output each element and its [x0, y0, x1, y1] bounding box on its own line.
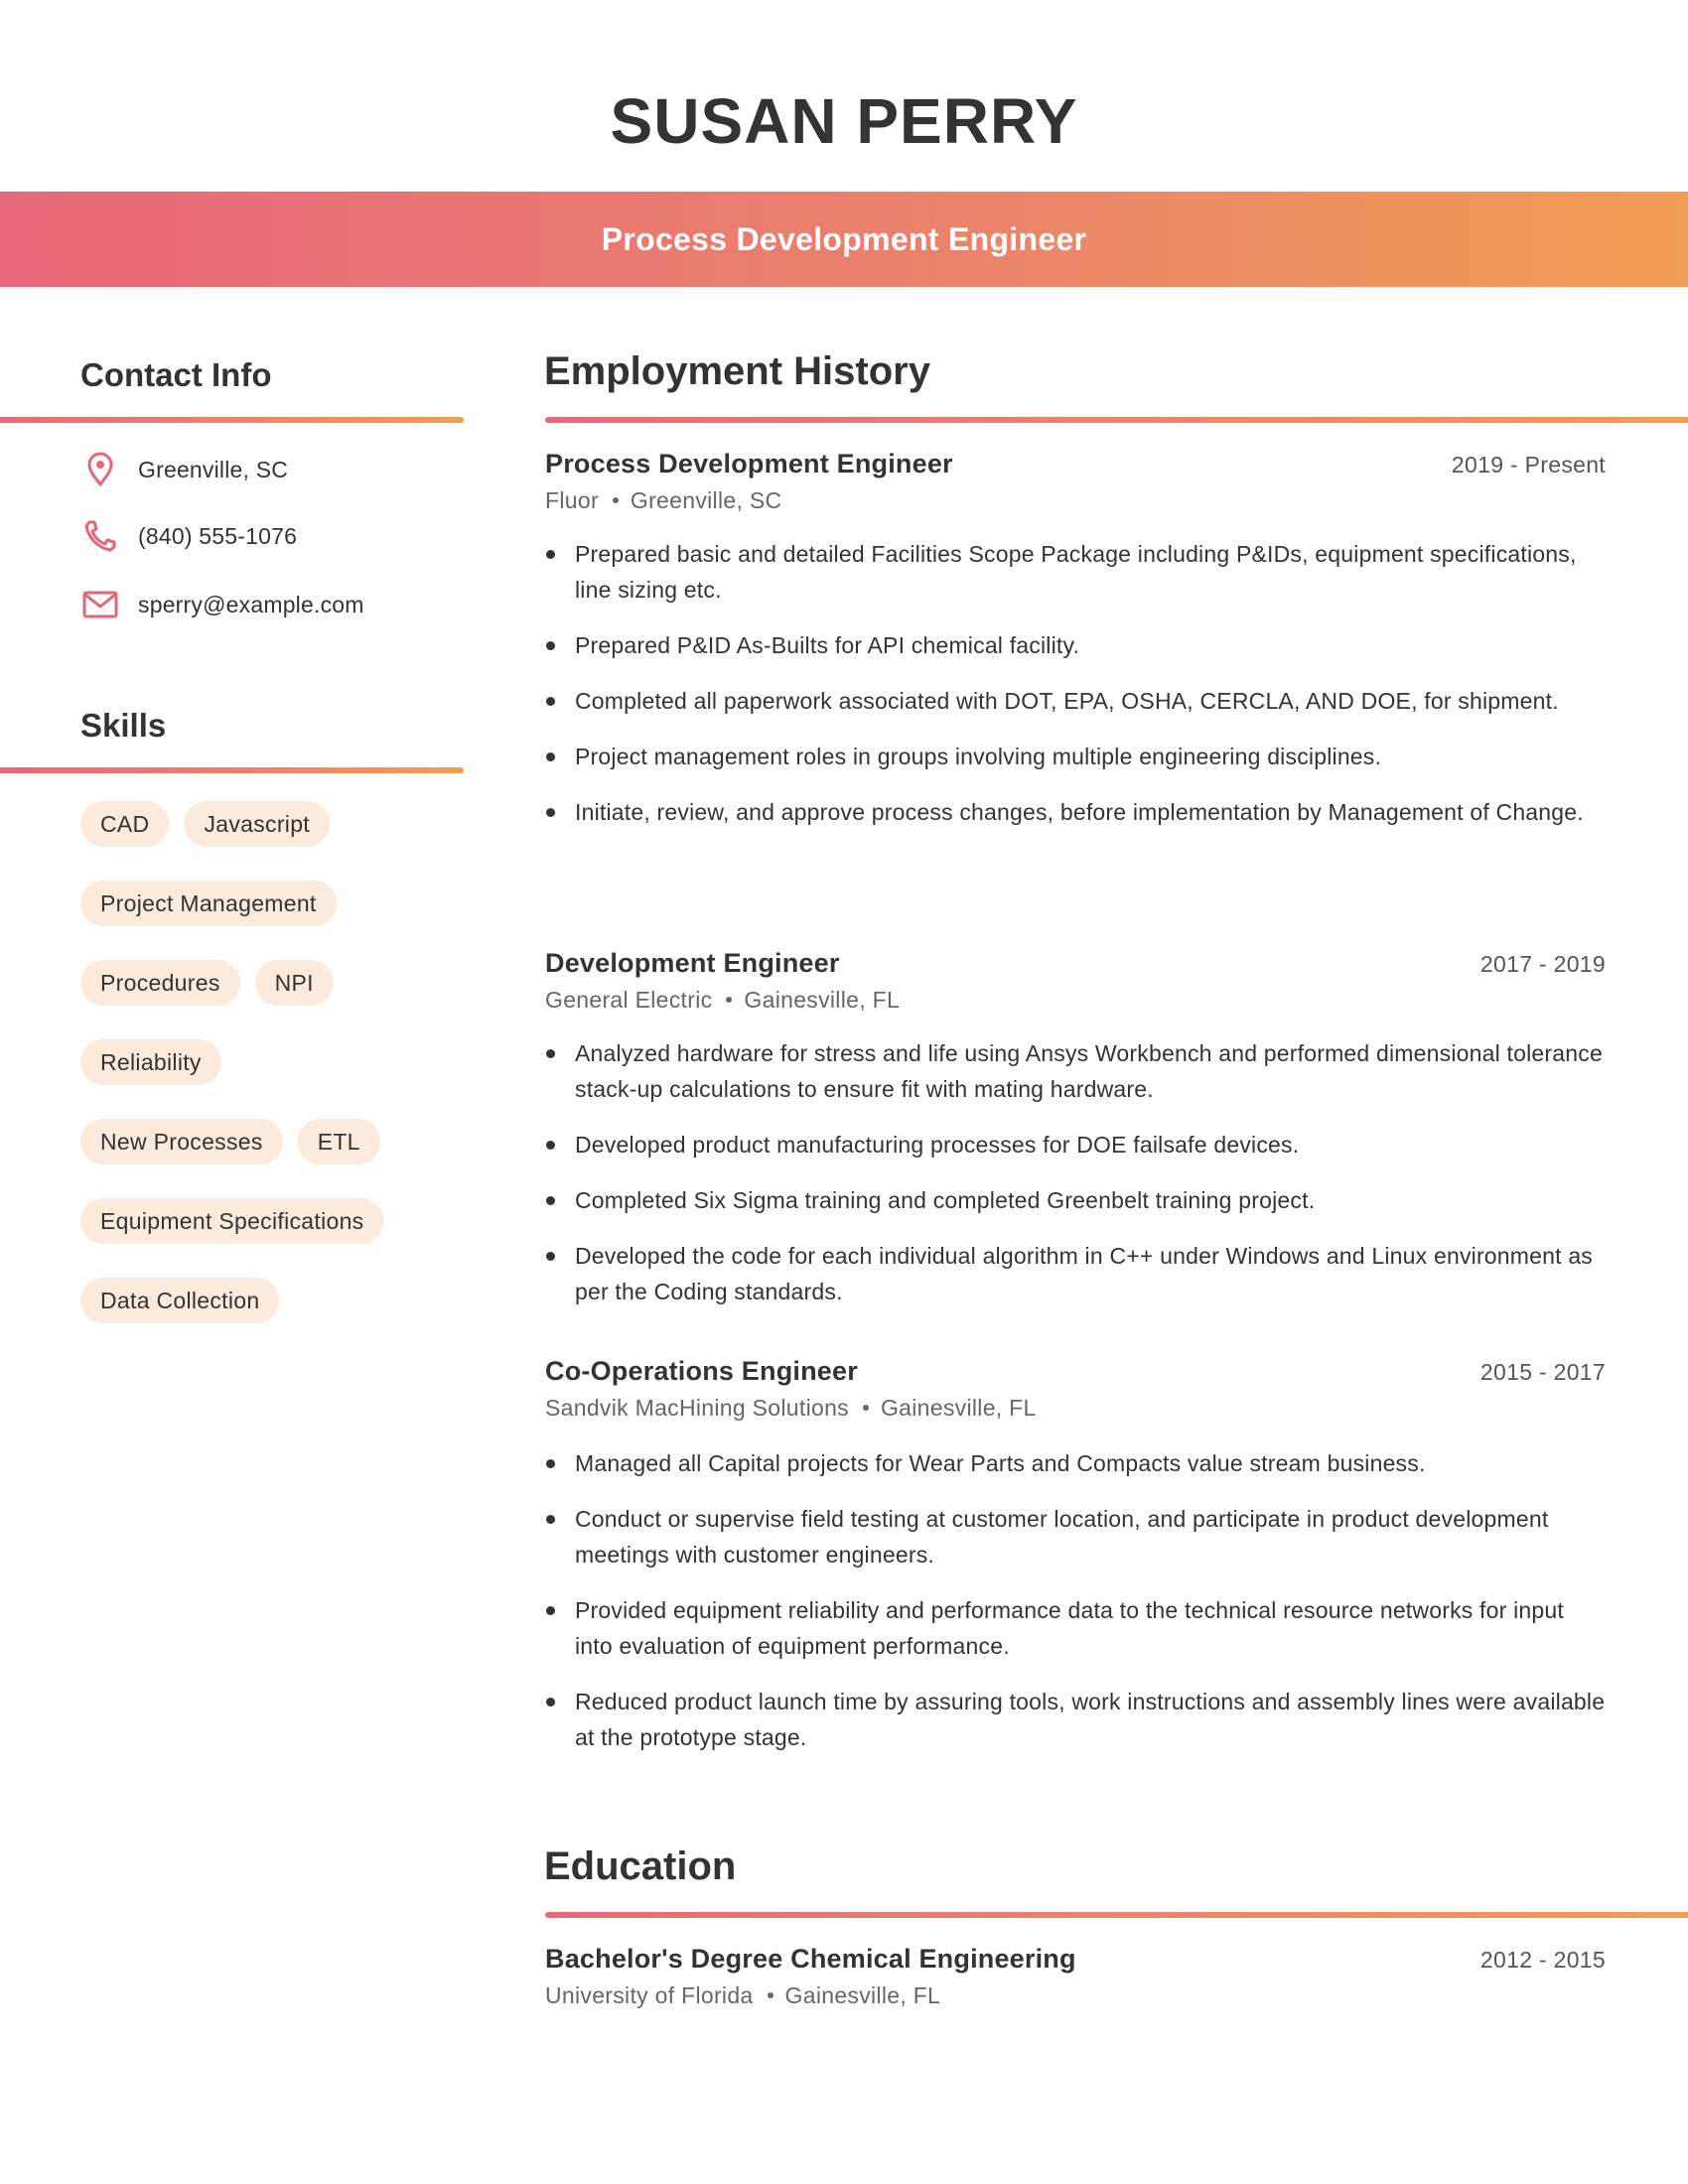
contact-location: Greenville, SC [80, 450, 288, 489]
candidate-name: SUSAN PERRY [610, 85, 1078, 157]
job-title: Process Development Engineer [545, 449, 953, 478]
bullet-item: Managed all Capital projects for Wear Pa… [545, 1445, 1606, 1481]
job-dates: 2019 - Present [1451, 452, 1606, 478]
contact-email[interactable]: sperry@example.com [80, 585, 364, 624]
school-location: Gainesville, FL [784, 1982, 941, 2008]
skill-chip: CAD [80, 801, 170, 847]
bullet-item: Prepared basic and detailed Facilities S… [545, 536, 1606, 608]
skill-chip: Procedures [80, 960, 240, 1006]
bullet-item: Developed the code for each individual a… [545, 1238, 1606, 1309]
email-text[interactable]: sperry@example.com [138, 592, 364, 618]
education-dates: 2012 - 2015 [1479, 1947, 1606, 1973]
skill-chip: Project Management [80, 881, 337, 926]
skills-heading: Skills [80, 707, 167, 744]
job-dates: 2015 - 2017 [1479, 1359, 1606, 1385]
employment-divider [545, 417, 1688, 423]
title-banner: Process Development Engineer [0, 192, 1688, 287]
skill-chip: Javascript [184, 801, 331, 847]
bullet-item: Completed all paperwork associated with … [545, 683, 1606, 719]
bullet-item: Analyzed hardware for stress and life us… [545, 1035, 1606, 1107]
bullet-item: Project management roles in groups invol… [545, 739, 1606, 774]
job-employer: General Electric Gainesville, FL [545, 987, 1606, 1014]
location-text: Greenville, SC [138, 456, 289, 482]
bullet-item: Developed product manufacturing processe… [545, 1127, 1606, 1162]
mail-icon [80, 585, 120, 624]
job-bullets: Prepared basic and detailed Facilities S… [545, 536, 1606, 830]
education-entry: Bachelor's Degree Chemical Engineering 2… [545, 1944, 1606, 2009]
skill-chip: New Processes [80, 1119, 283, 1164]
bullet-item: Completed Six Sigma training and complet… [545, 1182, 1606, 1218]
job-location: Gainesville, FL [744, 987, 901, 1013]
company: General Electric [545, 987, 713, 1013]
job-title: Development Engineer [545, 948, 840, 978]
job-entry: Process Development Engineer 2019 - Pres… [545, 449, 1606, 830]
job-title: Process Development Engineer [601, 220, 1087, 257]
skills-divider [0, 767, 464, 773]
education-school: University of Florida Gainesville, FL [545, 1982, 1606, 2009]
job-entry: Co-Operations Engineer 2015 - 2017 Sandv… [545, 1356, 1606, 1755]
job-location: Greenville, SC [630, 487, 782, 513]
education-divider [545, 1912, 1688, 1918]
bullet-item: Conduct or supervise field testing at cu… [545, 1501, 1606, 1572]
job-dates: 2017 - 2019 [1479, 951, 1606, 977]
bullet-item: Reduced product launch time by assuring … [545, 1684, 1606, 1755]
job-bullets: Analyzed hardware for stress and life us… [545, 1035, 1606, 1309]
separator-dot [767, 1991, 774, 1998]
company: Fluor [545, 487, 599, 513]
job-location: Gainesville, FL [880, 1395, 1037, 1421]
bullet-item: Prepared P&ID As-Builts for API chemical… [545, 627, 1606, 663]
location-pin-icon [80, 450, 120, 489]
separator-dot [612, 496, 619, 503]
school: University of Florida [545, 1982, 754, 2008]
job-bullets: Managed all Capital projects for Wear Pa… [545, 1445, 1606, 1755]
bullet-item: Provided equipment reliability and perfo… [545, 1592, 1606, 1664]
bullet-item: Initiate, review, and approve process ch… [545, 794, 1606, 830]
skill-chip: ETL [297, 1119, 380, 1164]
company: Sandvik MacHining Solutions [545, 1395, 849, 1421]
job-title: Co-Operations Engineer [545, 1356, 858, 1386]
education-heading: Education [544, 1844, 737, 1888]
skill-chip: NPI [254, 960, 334, 1006]
separator-dot [862, 1404, 869, 1411]
contact-divider [0, 417, 464, 423]
job-entry: Development Engineer 2017 - 2019 General… [545, 948, 1606, 1309]
contact-heading: Contact Info [80, 356, 272, 393]
job-employer: Sandvik MacHining Solutions Gainesville, … [545, 1395, 1606, 1422]
job-employer: Fluor Greenville, SC [545, 487, 1606, 514]
phone-text[interactable]: (840) 555-1076 [138, 523, 297, 550]
phone-icon [80, 516, 120, 556]
contact-phone[interactable]: (840) 555-1076 [80, 516, 297, 556]
skill-chip: Equipment Specifications [80, 1198, 384, 1244]
separator-dot [726, 996, 733, 1003]
skill-chip: Data Collection [80, 1278, 280, 1323]
skills-list: CAD Javascript Project Management Proced… [80, 801, 478, 1323]
degree: Bachelor's Degree Chemical Engineering [545, 1944, 1076, 1974]
skill-chip: Reliability [80, 1039, 221, 1085]
employment-heading: Employment History [544, 349, 930, 393]
